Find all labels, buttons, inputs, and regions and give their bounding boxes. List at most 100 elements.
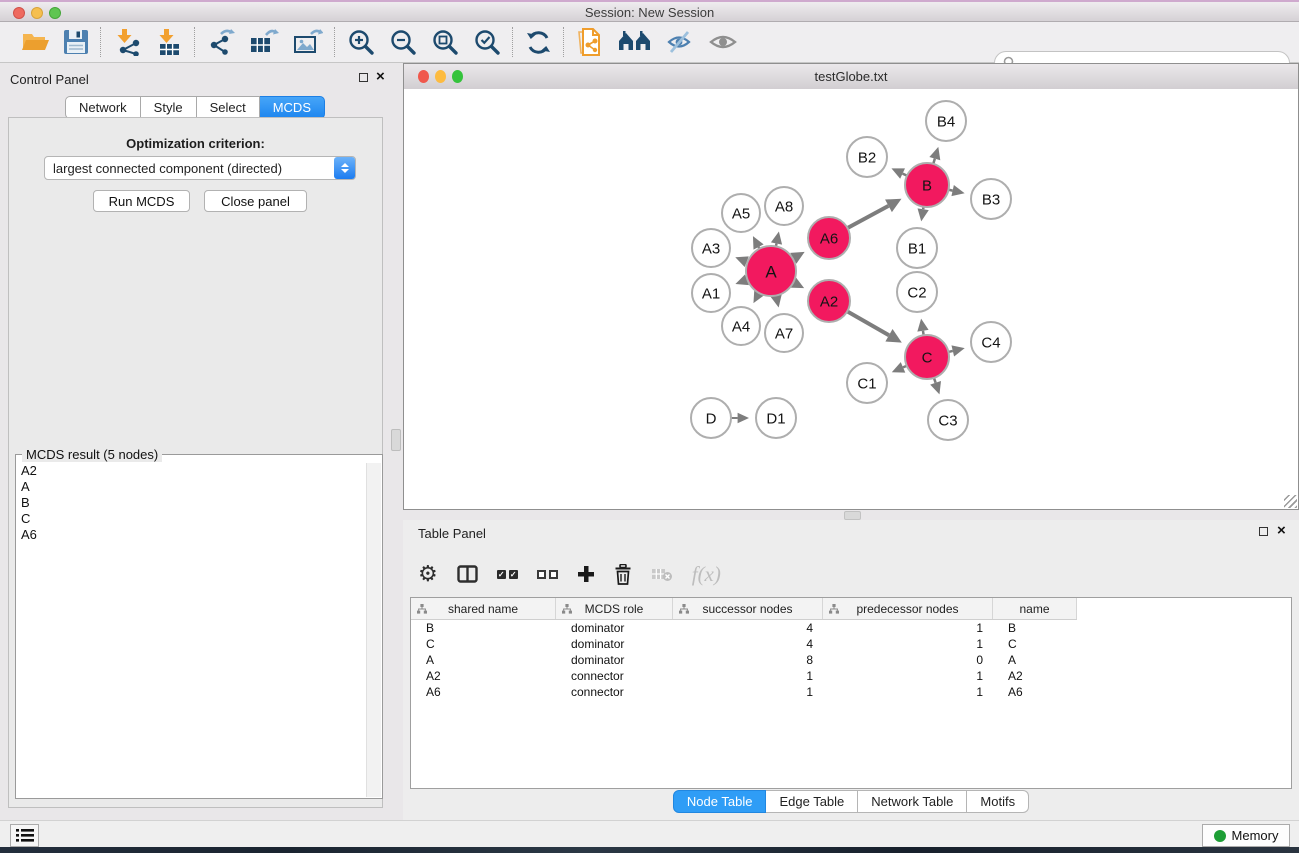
task-history-button[interactable] [10, 824, 39, 847]
tab-mcds[interactable]: MCDS [260, 96, 325, 119]
cell[interactable]: dominator [556, 621, 673, 635]
arrowhead-C-C2 [917, 319, 928, 332]
cell[interactable]: A6 [411, 685, 556, 699]
import-network-icon[interactable] [113, 28, 141, 56]
open-icon[interactable] [21, 29, 49, 55]
mcds-result-item[interactable]: A [17, 479, 367, 495]
zoom-fit-icon[interactable] [431, 28, 459, 56]
show-all-icon[interactable] [708, 30, 738, 54]
select-all-icon[interactable]: ✓✓ [497, 570, 518, 579]
cell[interactable]: C [411, 637, 556, 651]
cell[interactable]: dominator [556, 653, 673, 667]
mcds-panel: Optimization criterion: largest connecte… [8, 117, 383, 808]
column-header-name[interactable]: name [993, 598, 1077, 619]
cell[interactable]: A2 [993, 669, 1077, 683]
trash-icon[interactable] [614, 564, 632, 585]
tab-style[interactable]: Style [141, 96, 197, 119]
node-label-D1: D1 [766, 411, 785, 428]
cell[interactable]: B [993, 621, 1077, 635]
delete-table-icon[interactable] [651, 567, 673, 582]
function-builder-icon[interactable]: f(x) [692, 562, 721, 587]
window-title: Session: New Session [0, 5, 1299, 20]
column-header-successor-nodes[interactable]: successor nodes [673, 598, 823, 619]
graph-svg[interactable]: B4B2BB3B1A5A8A3A6AA1C2A2A4A7CC4C1C3DD1 [404, 89, 1298, 509]
mcds-result-item[interactable]: A6 [17, 527, 367, 543]
zoom-selected-icon[interactable] [473, 28, 501, 56]
mcds-result-scrollbar[interactable] [366, 463, 381, 797]
mcds-result-item[interactable]: B [17, 495, 367, 511]
export-image-icon[interactable] [293, 28, 323, 56]
zoom-out-icon[interactable] [389, 28, 417, 56]
cell[interactable]: 1 [823, 669, 993, 683]
table-panel-close-icon[interactable]: × [1277, 525, 1286, 537]
run-mcds-button[interactable]: Run MCDS [93, 190, 190, 212]
refresh-icon[interactable] [525, 29, 552, 56]
cell[interactable]: 8 [673, 653, 823, 667]
edge-A6-B[interactable] [847, 206, 889, 229]
tab-motifs[interactable]: Motifs [967, 790, 1029, 813]
edge-A2-C[interactable] [846, 311, 889, 335]
mcds-result-item[interactable]: A2 [17, 463, 367, 479]
column-header-shared-name[interactable]: shared name [411, 598, 556, 619]
node-label-D: D [706, 411, 717, 428]
table-row[interactable]: Bdominator41B [411, 620, 1291, 636]
table-row[interactable]: A6connector11A6 [411, 684, 1291, 700]
cell[interactable]: C [993, 637, 1077, 651]
hide-selected-icon[interactable] [666, 29, 694, 55]
cell[interactable]: A [993, 653, 1077, 667]
save-icon[interactable] [63, 29, 89, 55]
cell[interactable]: A2 [411, 669, 556, 683]
cell[interactable]: A6 [993, 685, 1077, 699]
import-table-icon[interactable] [155, 28, 183, 56]
table-row[interactable]: A2connector11A2 [411, 668, 1291, 684]
vertical-splitter-grip[interactable] [391, 429, 401, 451]
cell[interactable]: 1 [823, 637, 993, 651]
cell[interactable]: 1 [673, 685, 823, 699]
network-resize-grip[interactable] [1284, 495, 1297, 508]
control-panel-close-icon[interactable]: × [376, 71, 385, 83]
mcds-result-title: MCDS result (5 nodes) [22, 447, 162, 462]
cell[interactable]: 4 [673, 637, 823, 651]
zoom-in-icon[interactable] [347, 28, 375, 56]
export-table-icon[interactable] [249, 28, 279, 56]
horizontal-splitter-grip[interactable] [844, 511, 861, 520]
node-label-A8: A8 [775, 199, 793, 216]
add-icon[interactable] [577, 565, 595, 583]
table-row[interactable]: Adominator80A [411, 652, 1291, 668]
tab-network-table[interactable]: Network Table [858, 790, 967, 813]
deselect-all-icon[interactable] [537, 570, 558, 579]
cell[interactable]: connector [556, 685, 673, 699]
tab-network[interactable]: Network [65, 96, 141, 119]
home-icon[interactable] [618, 29, 652, 55]
column-header-MCDS-role[interactable]: MCDS role [556, 598, 673, 619]
network-window-titlebar[interactable]: testGlobe.txt [404, 64, 1298, 90]
network-canvas[interactable]: B4B2BB3B1A5A8A3A6AA1C2A2A4A7CC4C1C3DD1 [404, 89, 1298, 509]
memory-button[interactable]: Memory [1202, 824, 1290, 847]
gear-icon[interactable]: ⚙ [418, 563, 438, 585]
cell[interactable]: 1 [673, 669, 823, 683]
arrowhead-B-B3 [951, 185, 964, 196]
table-row[interactable]: Cdominator41C [411, 636, 1291, 652]
node-label-A7: A7 [775, 326, 793, 343]
export-network-icon[interactable] [207, 28, 235, 56]
cell[interactable]: B [411, 621, 556, 635]
close-panel-button[interactable]: Close panel [204, 190, 307, 212]
optimization-select[interactable]: largest connected component (directed) [44, 156, 356, 180]
cell[interactable]: A [411, 653, 556, 667]
mcds-result-item[interactable]: C [17, 511, 367, 527]
column-browser-icon[interactable] [457, 565, 478, 583]
column-header-predecessor-nodes[interactable]: predecessor nodes [823, 598, 993, 619]
control-panel-float-icon[interactable] [359, 73, 368, 82]
tab-select[interactable]: Select [197, 96, 260, 119]
cell[interactable]: connector [556, 669, 673, 683]
network-file-icon[interactable] [576, 27, 604, 57]
tab-node-table[interactable]: Node Table [673, 790, 767, 813]
tab-edge-table[interactable]: Edge Table [766, 790, 858, 813]
cell[interactable]: 4 [673, 621, 823, 635]
cell[interactable]: 1 [823, 685, 993, 699]
table-panel-float-icon[interactable] [1259, 527, 1268, 536]
cell[interactable]: 0 [823, 653, 993, 667]
cell[interactable]: 1 [823, 621, 993, 635]
arrowhead-C-C4 [951, 345, 964, 356]
cell[interactable]: dominator [556, 637, 673, 651]
